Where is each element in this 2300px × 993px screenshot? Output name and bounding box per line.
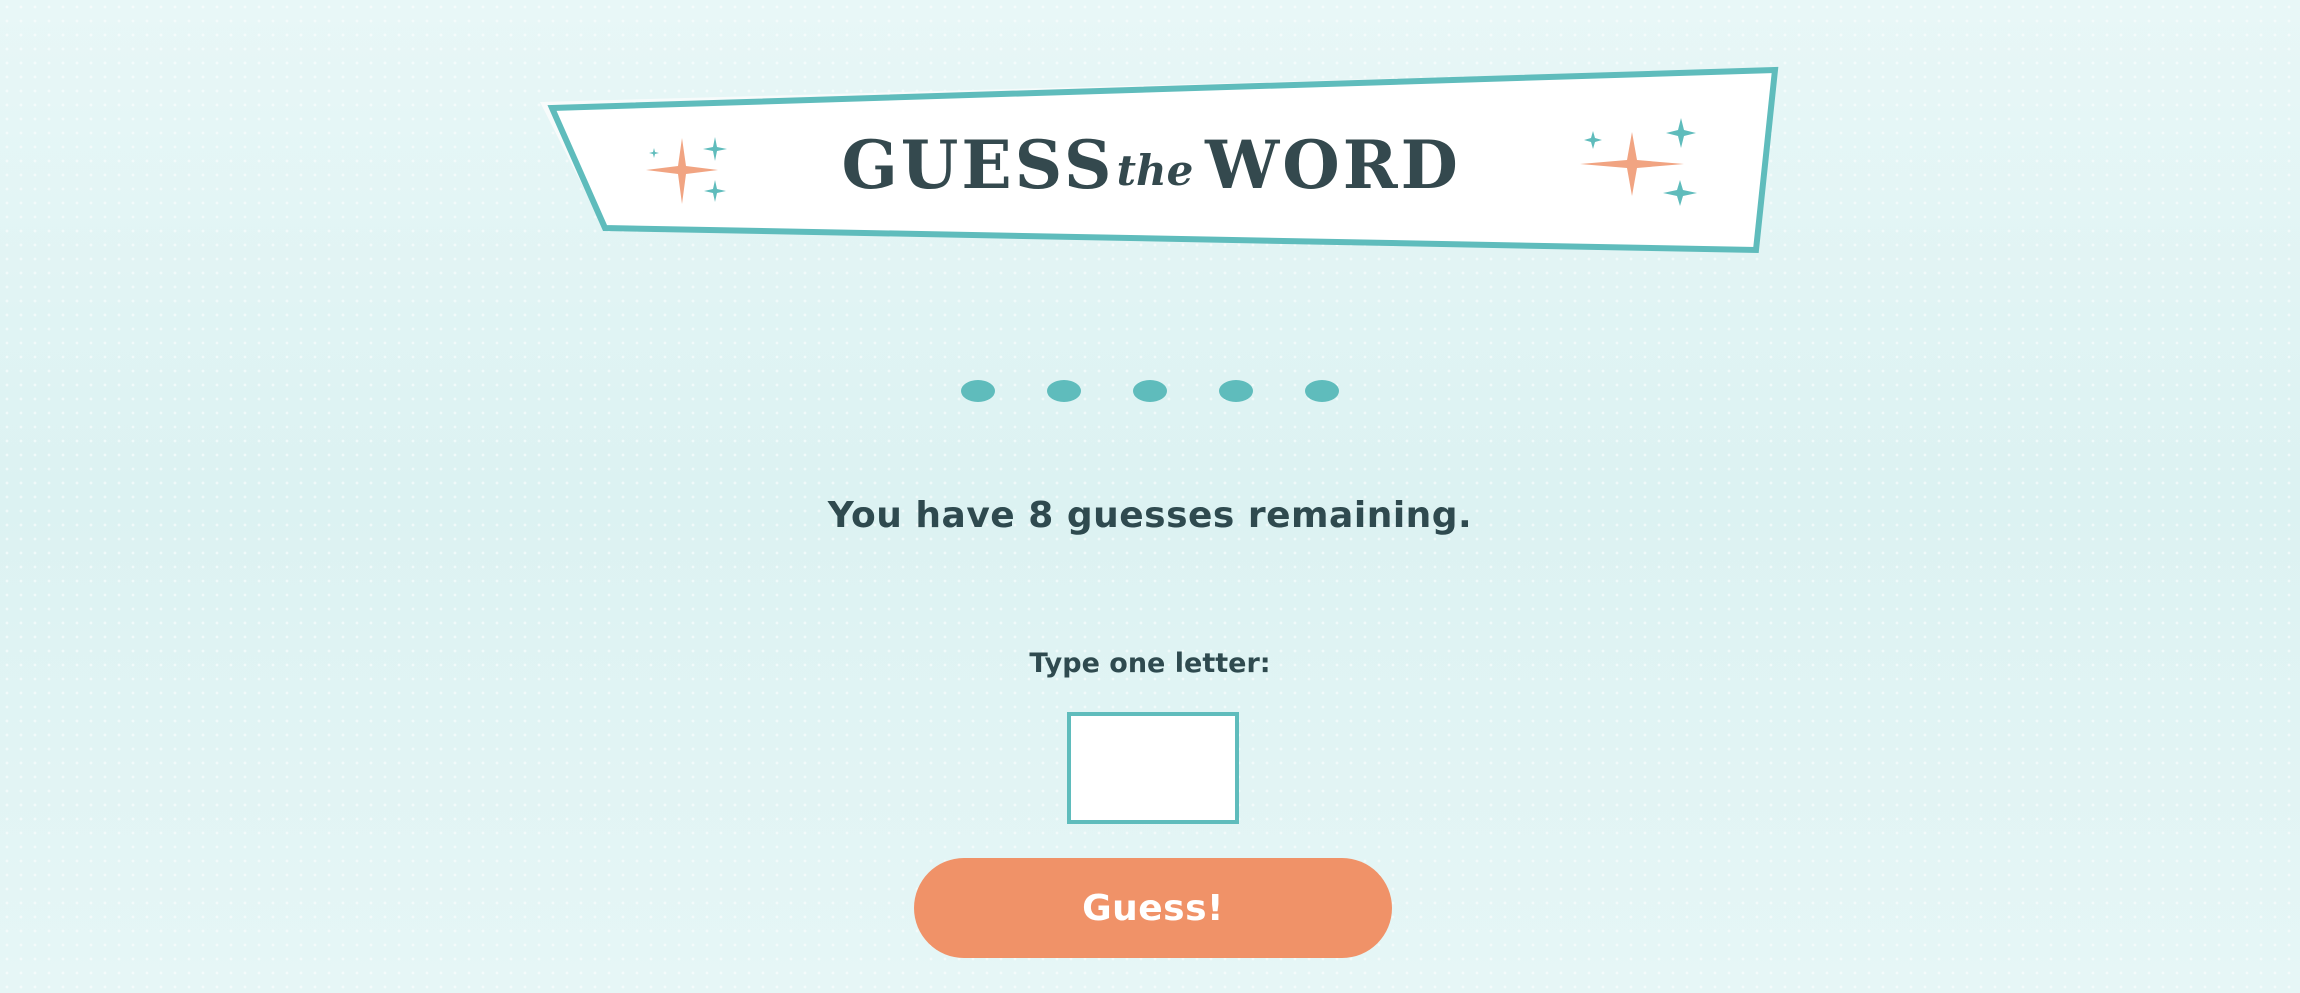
hidden-letter-5	[1305, 380, 1339, 402]
guesses-remaining-text: You have 8 guesses remaining.	[827, 495, 1473, 536]
hidden-letter-4	[1219, 380, 1253, 402]
title-word-word: WORD	[1204, 126, 1461, 204]
guess-button[interactable]: Guess!	[914, 858, 1392, 958]
title-word-the: the	[1117, 146, 1194, 195]
hidden-letter-2	[1047, 380, 1081, 402]
letter-input[interactable]	[1067, 712, 1239, 824]
title-word-guess: GUESS	[841, 126, 1114, 204]
letter-input-label: Type one letter:	[1029, 648, 1271, 679]
hidden-letter-3	[1133, 380, 1167, 402]
title-banner: GUESS the WORD	[540, 66, 1779, 254]
hidden-letter-1	[961, 380, 995, 402]
word-progress	[0, 380, 2300, 410]
